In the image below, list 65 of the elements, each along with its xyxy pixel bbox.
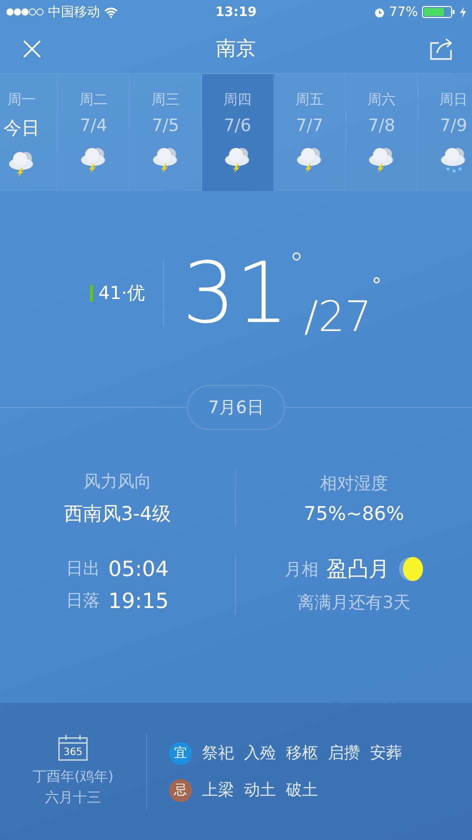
day-tab[interactable]: 周三 7/5 [130, 74, 202, 191]
wifi-icon [104, 6, 118, 18]
moon-icon [398, 556, 424, 582]
almanac-item: 入殓 [244, 742, 276, 764]
almanac-item: 祭祀 [202, 742, 234, 764]
city-title: 南京 [216, 35, 256, 62]
almanac-item: 破土 [286, 780, 318, 800]
day-tab[interactable]: 周五 7/7 [274, 74, 346, 191]
almanac-tag: 忌 [169, 778, 192, 802]
moon-label: 月相 [284, 558, 318, 580]
day-date: 7/9 [440, 116, 468, 136]
charging-icon [460, 6, 466, 18]
alarm-icon [374, 6, 386, 18]
sun-label: 日出 [66, 558, 100, 580]
almanac-tag: 宜 [169, 742, 192, 764]
day-date: 7/6 [224, 116, 252, 136]
weekday-label: 周四 [224, 91, 252, 109]
weekday-label: 周六 [368, 91, 396, 109]
day-date: 7/8 [368, 116, 396, 136]
weekday-label: 周日 [440, 91, 468, 109]
sun-time: 19:15 [108, 588, 169, 612]
lunar-date: 六月十三 [45, 789, 101, 807]
battery-icon [422, 6, 456, 18]
sun-label: 日落 [66, 590, 100, 612]
calendar-icon [58, 734, 88, 761]
calendar-icon-number: 365 [63, 747, 83, 760]
share-button[interactable] [430, 38, 454, 60]
day-tab[interactable]: 周一 今日 [0, 74, 58, 191]
day-date: 7/5 [152, 116, 180, 136]
status-time: 13:19 [215, 4, 257, 20]
day-tab[interactable]: 周二 7/4 [58, 74, 130, 191]
sun-time: 05:04 [108, 556, 169, 580]
detail-value: 西南风3-4级 [64, 502, 172, 527]
low-temperature: 27 [318, 292, 372, 341]
day-date: 今日 [4, 117, 40, 140]
temperature-slash: / [304, 292, 318, 341]
day-tab[interactable]: 周日 7/9 [418, 74, 472, 191]
battery-percent: 77% [389, 4, 418, 20]
day-tab[interactable]: 周六 7/8 [346, 74, 418, 191]
day-date: 7/7 [296, 116, 324, 136]
detail-value: 75%~86% [304, 503, 404, 525]
almanac-item: 动土 [244, 780, 276, 800]
high-temperature: 31 [182, 251, 289, 335]
detail-label: 风力风向 [84, 471, 152, 493]
signal-icon [6, 8, 44, 16]
almanac-item: 移柩 [286, 742, 318, 764]
almanac-item: 安葬 [370, 742, 402, 764]
lunar-year: 丁酉年(鸡年) [32, 768, 114, 786]
moon-phase: 盈凸月 [326, 556, 390, 583]
almanac-item: 启攒 [328, 742, 360, 764]
day-date: 7/4 [80, 116, 108, 136]
weekday-label: 周三 [152, 91, 180, 109]
weekday-label: 周五 [296, 91, 324, 109]
air-quality-text: 41·优 [98, 282, 146, 305]
degree-sign: ° [372, 273, 382, 297]
day-tab[interactable]: 周四 7/6 [202, 74, 274, 191]
close-button[interactable] [22, 38, 42, 58]
degree-sign: ° [288, 247, 304, 282]
carrier-name: 中国移动 [48, 4, 100, 21]
weekday-label: 周一 [8, 91, 36, 109]
almanac-item: 上梁 [202, 780, 234, 800]
detail-label: 相对湿度 [320, 473, 388, 495]
full-moon-countdown: 离满月还有3天 [298, 592, 410, 614]
weekday-label: 周二 [80, 91, 108, 109]
date-pill: 7月6日 [187, 385, 285, 430]
